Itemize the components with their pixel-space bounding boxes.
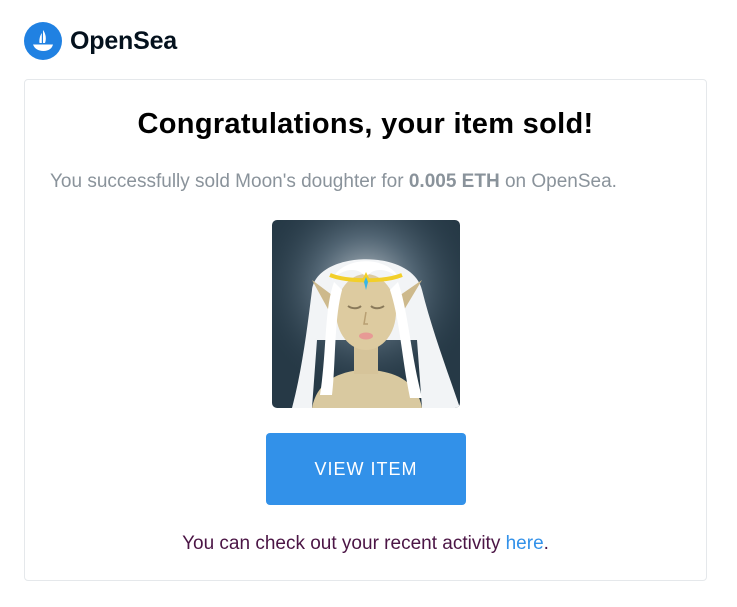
card-title: Congratulations, your item sold! xyxy=(137,108,594,140)
activity-message-suffix: . xyxy=(543,533,549,554)
email-header: OpenSea xyxy=(24,22,177,60)
brand-name[interactable]: OpenSea xyxy=(70,27,177,56)
activity-message: You can check out your recent activity h… xyxy=(25,533,706,555)
notification-card: Congratulations, your item sold! You suc… xyxy=(24,79,707,581)
sale-message-prefix: You successfully sold Moon's doughter fo… xyxy=(50,171,409,192)
opensea-logo-icon[interactable] xyxy=(24,22,62,60)
view-item-button[interactable]: VIEW ITEM xyxy=(266,433,466,505)
nft-item-image[interactable] xyxy=(272,220,460,408)
activity-here-link[interactable]: here xyxy=(506,533,544,554)
sale-message: You successfully sold Moon's doughter fo… xyxy=(50,171,617,193)
activity-message-prefix: You can check out your recent activity xyxy=(182,533,506,554)
sale-price: 0.005 ETH xyxy=(408,171,500,192)
sale-message-suffix: on OpenSea. xyxy=(499,171,617,192)
